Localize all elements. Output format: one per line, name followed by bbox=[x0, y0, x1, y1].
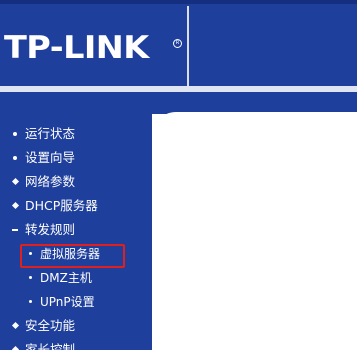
sidebar-item-parental-control[interactable]: 家长控制 bbox=[0, 338, 152, 350]
expand-icon bbox=[11, 345, 20, 350]
sidebar-subitem-upnp-settings[interactable]: UPnP设置 bbox=[0, 290, 152, 314]
sidebar-item-label: 网络参数 bbox=[25, 174, 76, 189]
bullet-icon bbox=[13, 132, 17, 136]
sidebar-subitem-dmz-host[interactable]: DMZ主机 bbox=[0, 266, 152, 290]
sidebar-item-label: 运行状态 bbox=[25, 126, 76, 141]
collapse-icon bbox=[12, 229, 18, 231]
bullet-icon bbox=[13, 156, 17, 160]
bullet-icon bbox=[29, 300, 32, 303]
header-banner: TP-LINK R bbox=[0, 0, 357, 92]
sidebar-item-setup-wizard[interactable]: 设置向导 bbox=[0, 146, 152, 170]
sidebar-item-network-params[interactable]: 网络参数 bbox=[0, 170, 152, 194]
sidebar-item-label: UPnP设置 bbox=[40, 295, 95, 309]
sidebar-item-dhcp-server[interactable]: DHCP服务器 bbox=[0, 194, 152, 218]
content-frame-top bbox=[152, 92, 357, 114]
expand-icon bbox=[11, 177, 20, 186]
expand-icon bbox=[11, 201, 20, 210]
bullet-icon bbox=[29, 276, 32, 279]
sidebar-item-label: DMZ主机 bbox=[40, 271, 92, 285]
sidebar-item-label: 设置向导 bbox=[25, 150, 76, 165]
sidebar-menu: 运行状态 设置向导 网络参数 DHCP服务器 转发规则 虚拟服务器 DMZ主机 bbox=[0, 122, 152, 350]
expand-icon bbox=[11, 321, 20, 330]
sidebar-item-forwarding-rules[interactable]: 转发规则 bbox=[0, 218, 152, 242]
router-admin-page: TP-LINK R 运行状态 设置向导 网络参数 DHCP服务器 转发规则 虚拟… bbox=[0, 0, 357, 350]
sidebar-item-running-status[interactable]: 运行状态 bbox=[0, 122, 152, 146]
highlight-annotation-box bbox=[20, 244, 125, 268]
registered-mark-icon: R bbox=[173, 39, 182, 48]
header-top-line bbox=[0, 0, 357, 4]
main-content-area bbox=[152, 112, 357, 350]
sidebar-item-label: 安全功能 bbox=[25, 318, 76, 333]
sidebar-item-label: 家长控制 bbox=[25, 342, 76, 350]
header-divider bbox=[187, 6, 189, 92]
sidebar-item-security[interactable]: 安全功能 bbox=[0, 314, 152, 338]
brand-logo: TP-LINK bbox=[4, 30, 149, 66]
sidebar-item-label: 转发规则 bbox=[25, 222, 76, 237]
sidebar-item-label: DHCP服务器 bbox=[25, 198, 98, 213]
